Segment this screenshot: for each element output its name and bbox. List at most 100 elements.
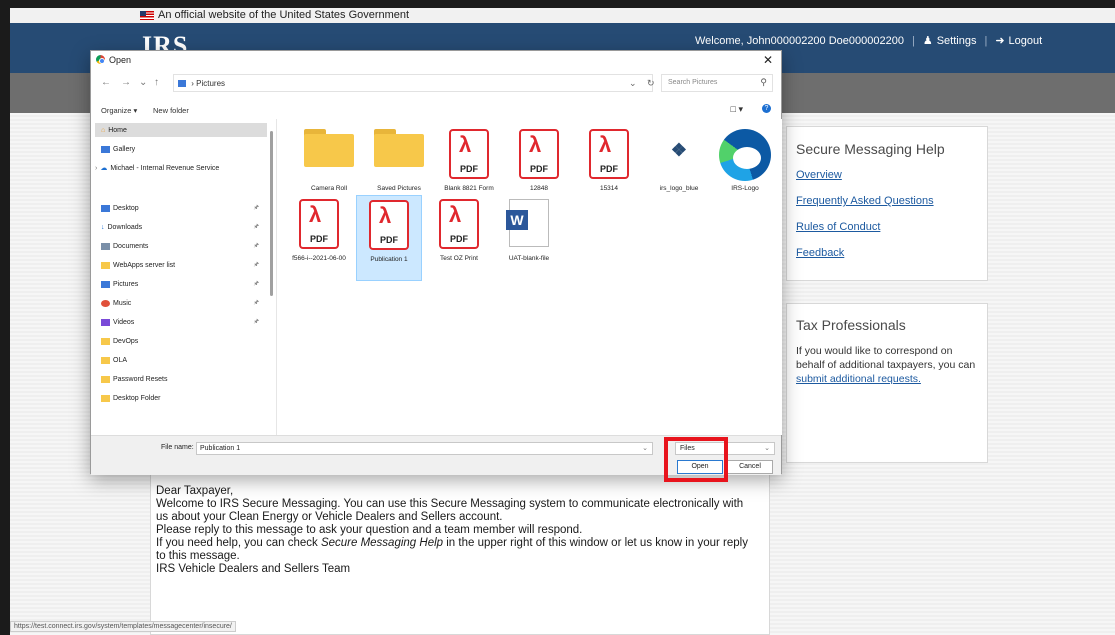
secure-messaging-help: Secure Messaging Help Overview Frequentl… [786,126,988,281]
forward-arrow-icon[interactable]: → [121,77,131,88]
user-menu: Welcome, John000002200 Doe000002200 | ♟ … [695,34,1042,48]
nav-item-gallery[interactable]: Gallery [101,142,135,156]
organize-button[interactable]: Organize ▾ [101,106,137,115]
nav-label: Gallery [113,145,136,153]
file-name: Saved Pictures [377,185,421,192]
nav-item-devops[interactable]: DevOps [101,334,138,348]
tax-text: If you would like to correspond on behal… [796,345,976,371]
close-icon[interactable]: ✕ [763,53,773,67]
address-path: Pictures [196,79,226,88]
message-greeting: Dear Taxpayer, [156,485,234,497]
file-name: UAT-blank-file [508,255,550,262]
file-item-irs-logo[interactable]: IRS-Logo [712,125,778,211]
new-folder-button[interactable]: New folder [153,106,189,115]
nav-item-videos[interactable]: Videos 🖈 [101,315,261,329]
message-body: Dear Taxpayer, Welcome to IRS Secure Mes… [156,485,756,576]
nav-item-desktop[interactable]: Desktop 🖈 [101,201,261,215]
search-icon: ⚲ [760,77,767,87]
acrobat-icon: λ [309,202,322,227]
pdf-icon: λ PDF [589,129,629,179]
acrobat-icon: λ [599,132,612,157]
nav-item-onedrive[interactable]: › ☁ Michael - Internal Revenue Service [95,161,219,175]
help-link-feedback[interactable]: Feedback [796,247,978,259]
nav-item-pictures[interactable]: Pictures 🖈 [101,277,261,291]
nav-item-password-resets[interactable]: Password Resets [101,372,167,386]
pdf-icon: λ PDF [299,199,339,249]
folder-icon [101,337,110,345]
nav-item-documents[interactable]: Documents 🖈 [101,239,261,253]
settings-label: Settings [936,34,977,47]
chevron-down-icon[interactable]: ⌄ [629,78,637,89]
logout-link[interactable]: ➜ Logout [995,34,1042,48]
chevron-down-icon[interactable]: ⌄ [642,444,648,452]
file-name-input[interactable]: Publication 1 ⌄ [196,442,653,455]
open-file-dialog: Open ✕ ← → ⌄ ↑ › Pictures ⌄ ↻ Search Pic… [90,50,782,475]
logout-icon: ➜ [995,35,1005,47]
pdf-icon: λ PDF [519,129,559,179]
nav-item-downloads[interactable]: ↓ Downloads 🖈 [101,220,261,234]
nav-label: WebApps server list [113,261,176,269]
file-item-irs-logo-blue[interactable]: ❖ irs_logo_blue [646,125,712,211]
pin-icon: 🖈 [253,281,259,287]
file-item-15314[interactable]: λ PDF 15314 [576,125,642,211]
cancel-button[interactable]: Cancel [727,460,773,474]
folder-icon [374,129,424,167]
irs-eagle-icon: ❖ [670,140,688,160]
folder-icon [101,394,110,402]
help-link-overview[interactable]: Overview [796,169,978,181]
back-arrow-icon[interactable]: ← [101,77,111,88]
settings-link[interactable]: ♟ Settings [922,34,977,48]
up-arrow-icon[interactable]: ↑ [154,77,159,88]
message-emphasis: Secure Messaging Help [320,537,444,549]
pdf-label: PDF [600,164,618,174]
divider: | [984,34,988,47]
nav-label: Desktop Folder [113,394,161,402]
view-options-icon[interactable]: □ ▾ [731,104,743,115]
annotation-highlight-box [664,437,728,482]
search-input[interactable]: Search Pictures ⚲ [661,74,773,92]
desktop-icon [101,204,110,212]
file-name-value: Publication 1 [200,445,241,452]
pin-icon: 🖈 [253,262,259,268]
file-item-test-oz[interactable]: λ PDF Test OZ Print [426,195,492,281]
file-item-publication-1[interactable]: λ PDF Publication 1 [356,195,422,281]
gov-banner: An official website of the United States… [10,8,1115,23]
pdf-label: PDF [310,234,328,244]
message-text: If you need help, you can check [156,537,321,549]
nav-item-ola[interactable]: OLA [101,353,127,367]
file-item-f566[interactable]: λ PDF f566-i--2021-06-00 [286,195,352,281]
gallery-icon [101,145,110,153]
help-icon[interactable]: ? [762,104,771,113]
user-icon: ♟ [922,35,933,47]
nav-label: Pictures [113,280,139,288]
help-link-rules[interactable]: Rules of Conduct [796,221,978,233]
documents-icon [101,242,110,250]
videos-icon [101,318,110,326]
file-name: IRS-Logo [731,185,759,192]
nav-label: Michael - Internal Revenue Service [110,164,220,172]
nav-label: Videos [113,318,135,326]
nav-item-webapps[interactable]: WebApps server list 🖈 [101,258,261,272]
message-line: Please reply to this message to ask your… [156,524,583,536]
nav-item-desktop-folder[interactable]: Desktop Folder [101,391,160,405]
submit-requests-link[interactable]: submit additional requests. [796,373,921,385]
address-field[interactable]: › Pictures [173,74,653,92]
pdf-icon: λ PDF [439,199,479,249]
status-url: https://test.connect.irs.gov/system/temp… [10,621,236,632]
tax-professionals-box: Tax Professionals If you would like to c… [786,303,988,463]
file-name-label: File name: [161,444,194,451]
dialog-toolbar: Organize ▾ New folder □ ▾ ? [91,99,781,119]
nav-label: Downloads [107,223,143,231]
cloud-icon: ☁ [100,165,108,172]
nav-scrollbar[interactable] [270,131,273,296]
nav-label: Password Resets [113,375,168,383]
message-line: If you need help, you can check Secure M… [156,537,756,563]
refresh-icon[interactable]: ↻ [647,78,655,89]
nav-item-music[interactable]: Music 🖈 [101,296,261,310]
home-icon: ⌂ [101,126,106,134]
pdf-label: PDF [380,235,398,245]
chevron-down-icon[interactable]: ⌄ [139,77,147,88]
help-link-faq[interactable]: Frequently Asked Questions [796,195,978,207]
file-item-uat-blank[interactable]: W UAT-blank-file [496,195,562,281]
nav-item-home[interactable]: ⌂ Home [95,123,267,137]
